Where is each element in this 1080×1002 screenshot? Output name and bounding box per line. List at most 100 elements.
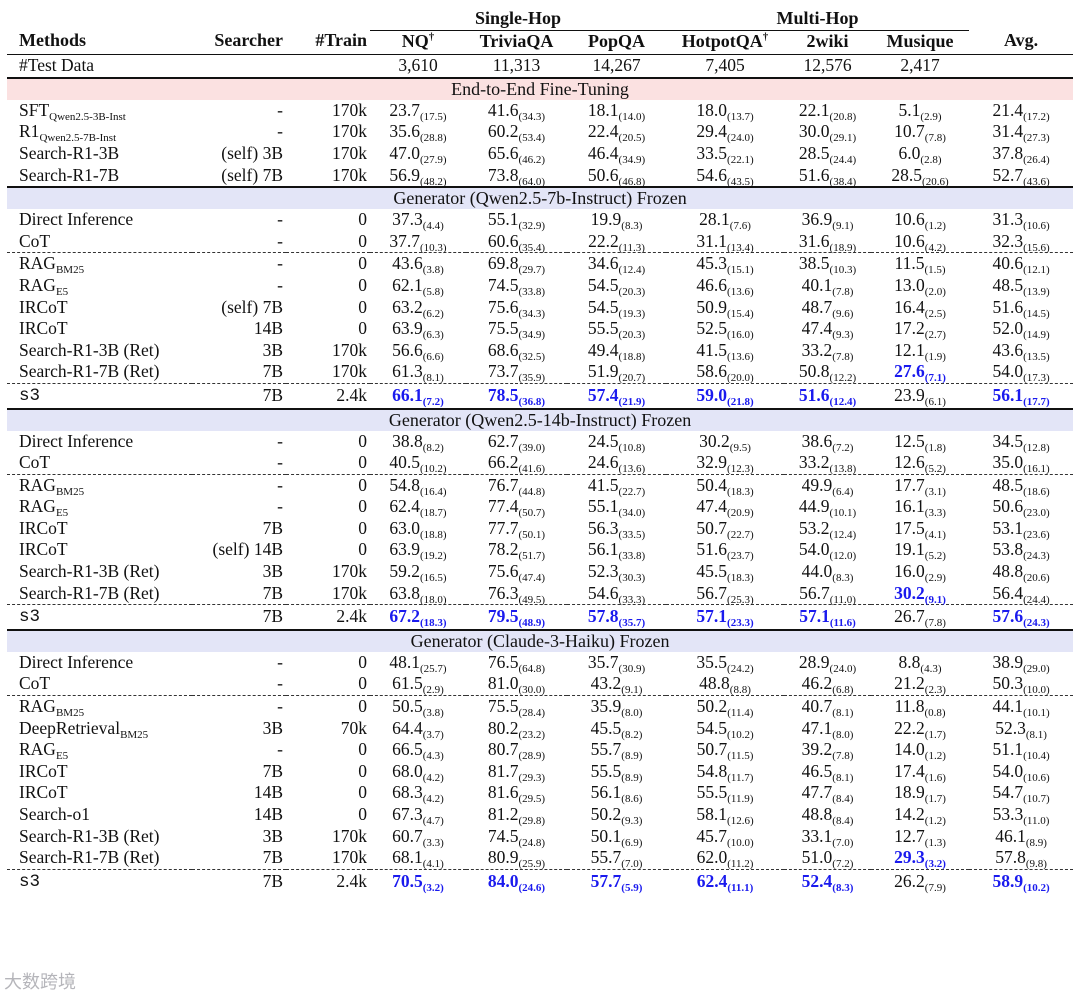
method-name: IRCoT <box>19 539 68 560</box>
score-cell: 16.1(3.3) <box>871 496 969 519</box>
score-value: 56.6 <box>392 339 423 360</box>
score-value: 30.2 <box>699 430 730 451</box>
score: 54.6(43.5) <box>696 165 753 188</box>
score-cell: 55.1(34.0) <box>567 496 666 519</box>
score: 48.8(8.4) <box>802 804 854 827</box>
score: 52.5(16.0) <box>696 318 753 341</box>
score-value: 56.9 <box>389 164 421 185</box>
method-cell: RAGBM25 <box>7 695 192 719</box>
score-value: 5.1 <box>898 99 921 120</box>
best-score: 70.5(3.2) <box>392 871 444 894</box>
score-secondary: (17.7) <box>1023 395 1050 408</box>
train-cell: 170k <box>332 99 367 120</box>
score-value: 46.1 <box>995 825 1026 846</box>
score-value: 77.4 <box>487 496 519 517</box>
score-value: 54.6 <box>587 582 619 603</box>
column-header-3: NQ† <box>370 30 466 56</box>
score-secondary: (20.6) <box>922 175 949 188</box>
method-name: IRCoT <box>19 760 68 781</box>
score: 68.6(32.5) <box>488 340 545 363</box>
score-cell: 35.7(30.9) <box>567 652 666 675</box>
score-cell: 67.2(18.3) <box>370 604 466 630</box>
score-value: 75.5 <box>487 318 519 339</box>
score-cell: 56.7(11.0) <box>784 583 871 606</box>
score: 81.6(29.5) <box>488 782 545 805</box>
score-secondary: (6.8) <box>832 684 854 697</box>
score-value: 63.2 <box>392 296 423 317</box>
score-value: 74.5 <box>487 825 519 846</box>
score: 38.8(8.2) <box>392 431 444 454</box>
score-secondary: (25.3) <box>727 593 754 606</box>
method-name: RAG <box>19 474 56 495</box>
score: 73.8(64.0) <box>488 165 545 188</box>
score-value: 48.8 <box>699 673 730 694</box>
score: 55.5(8.9) <box>591 761 643 784</box>
score: 74.5(33.8) <box>488 275 545 298</box>
score-cell: 47.0(27.9) <box>370 143 466 166</box>
section-header-row: Generator (Qwen2.5-14b-Instruct) Frozen <box>7 407 1074 431</box>
method-cell: RAGE5 <box>7 739 192 762</box>
score-value: 47.4 <box>696 496 728 517</box>
score-cell: 26.7(7.8) <box>871 604 970 630</box>
score: 63.8(18.0) <box>389 583 446 606</box>
score-value: 32.9 <box>696 452 728 473</box>
score-value: 23.7 <box>389 99 421 120</box>
score-value: 55.1 <box>487 209 519 230</box>
score-secondary: (5.9) <box>621 881 643 894</box>
score-value: 79.5 <box>487 606 519 627</box>
avg-score-cell: 50.3(10.0) <box>969 673 1073 697</box>
train-cell: 0 <box>358 452 367 473</box>
score-value: 61.5 <box>392 673 423 694</box>
searcher-cell: 3B <box>262 339 283 360</box>
score-secondary: (10.2) <box>420 463 447 476</box>
train-cell: 0 <box>358 739 367 760</box>
method-cell: s3 <box>7 868 192 894</box>
score-cell: 57.4(21.9) <box>567 382 667 409</box>
searcher-cell: - <box>192 695 286 718</box>
score-secondary: (12.4) <box>829 395 857 408</box>
score-value: 54.0 <box>798 539 830 560</box>
score-value: 68.1 <box>392 847 423 868</box>
score-cell: 66.5(4.3) <box>370 739 466 762</box>
score: 50.5(3.8) <box>392 696 444 719</box>
score: 12.7(1.3) <box>894 826 946 849</box>
score: 67.3(4.7) <box>392 804 444 827</box>
score-value: 48.1 <box>389 651 421 672</box>
score-cell: 63.9(6.3) <box>370 318 466 341</box>
score-cell: 58.1(12.6) <box>666 804 784 827</box>
score: 12.6(5.2) <box>894 452 946 475</box>
score-value: 50.4 <box>696 474 728 495</box>
score: 31.3(10.6) <box>992 209 1049 232</box>
test-data-count: 3,610 <box>398 55 438 76</box>
score-secondary: (10.0) <box>1023 684 1050 697</box>
method-name: IRCoT <box>19 296 68 317</box>
score: 8.8(4.3) <box>899 652 942 675</box>
method-name: s3 <box>19 871 41 892</box>
score-cell: 74.5(33.8) <box>466 275 567 298</box>
score-value: 33.1 <box>801 825 833 846</box>
score-cell: 35.5(24.2) <box>666 652 784 675</box>
table-row: IRCoT 7B 0 68.0(4.2) 81.7(29.3) 55.5(8.9) 54.8… <box>7 760 1073 784</box>
score-cell: 50.8(12.2) <box>784 361 871 384</box>
score-cell: 81.2(29.8) <box>466 804 567 827</box>
score: 40.6(12.1) <box>992 253 1049 276</box>
score-cell: 56.3(33.5) <box>567 518 666 541</box>
score-cell: 47.4(9.3) <box>784 318 871 341</box>
score-cell: 17.5(4.1) <box>871 518 969 541</box>
score: 10.6(1.2) <box>894 209 946 232</box>
score: 63.2(6.2) <box>392 296 444 320</box>
score-cell: 63.0(18.8) <box>370 518 466 541</box>
method-name: Search-R1-7B (Ret) <box>19 361 160 382</box>
score-cell: 14.2(1.2) <box>871 804 969 827</box>
score-value: 14.2 <box>894 804 925 824</box>
score-value: 54.5 <box>587 274 619 295</box>
score-cell: 45.3(15.1) <box>666 252 785 276</box>
score-cell: 60.6(35.4) <box>466 231 567 254</box>
score-cell: 60.7(3.3) <box>370 826 466 849</box>
score-cell: 54.5(10.2) <box>666 718 784 741</box>
score-cell: 12.7(1.3) <box>871 826 969 849</box>
score-value: 62.4 <box>696 870 728 891</box>
avg-score-cell: 48.5(18.6) <box>969 473 1074 497</box>
score: 17.2(2.7) <box>894 318 946 341</box>
method-name: Search-R1-7B (Ret) <box>19 847 160 868</box>
